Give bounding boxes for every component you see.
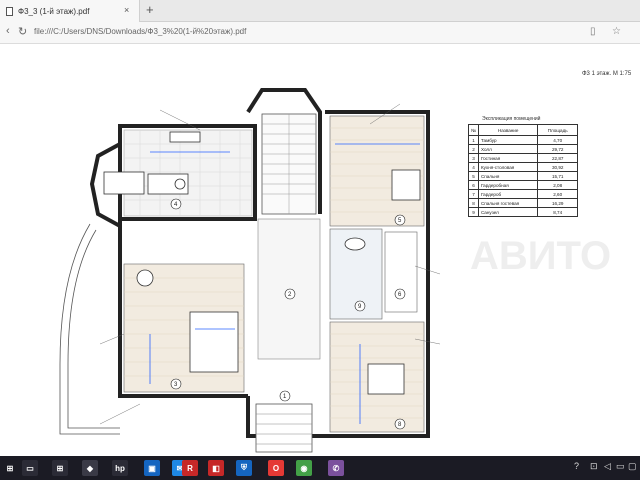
- refresh-icon[interactable]: ↻: [18, 25, 27, 38]
- screen-icon[interactable]: ◧: [208, 460, 224, 476]
- room-area-cell: 8,74: [537, 207, 578, 217]
- bed-upper: [391, 169, 421, 201]
- tab-bar: Ф3_3 (1-й этаж).pdf × +: [0, 0, 640, 22]
- new-tab-button[interactable]: +: [146, 2, 154, 17]
- explication-table: Экспликация помещений № Название Площадь…: [468, 116, 578, 217]
- room-name-cell: Спальня гостевая: [477, 198, 539, 208]
- room-name-cell: Гардеробная: [477, 180, 539, 190]
- floor-plan-drawing: АВИТО 4 2 3 5 9 6 8 1: [59, 88, 611, 453]
- input-icon[interactable]: ▭: [616, 461, 625, 472]
- room-name-cell: Спальня: [477, 171, 539, 181]
- hp-icon[interactable]: hp: [112, 460, 128, 476]
- room-number-cell: 9: [468, 207, 479, 217]
- room-area-cell: 16,29: [537, 198, 578, 208]
- room-area-cell: 4,70: [537, 135, 578, 145]
- room-name-cell: Гардероб: [477, 189, 539, 199]
- favorite-icon[interactable]: ☆: [612, 26, 621, 37]
- photos-icon[interactable]: ◆: [82, 460, 98, 476]
- tab-pdf[interactable]: Ф3_3 (1-й этаж).pdf ×: [0, 0, 140, 22]
- room-number-cell: 3: [468, 153, 479, 163]
- table-row: 3 Гостиная 22,87: [468, 153, 578, 163]
- room-area-cell: 2,60: [537, 189, 578, 199]
- room-name-cell: Холл: [477, 144, 539, 154]
- terrace-outline-inner: [67, 229, 120, 429]
- room-number-cell: 7: [468, 189, 479, 199]
- back-icon[interactable]: ‹: [6, 25, 10, 37]
- room-number-cell: 8: [468, 198, 479, 208]
- bed-lower: [367, 363, 405, 395]
- chrome-icon[interactable]: ◉: [296, 460, 312, 476]
- table-row: 4 Кухня-столовая 30,92: [468, 162, 578, 172]
- table-row: 1 Тамбур 4,70: [468, 135, 578, 145]
- column-header: Название: [477, 124, 539, 136]
- reader-icon[interactable]: R: [182, 460, 198, 476]
- column-header: Площадь: [537, 124, 578, 136]
- url-field[interactable]: file:///C:/Users/DNS/Downloads/Ф3_3%20(1…: [34, 27, 246, 36]
- dining-table: [103, 171, 145, 195]
- windows-icon[interactable]: ⊞: [2, 460, 18, 476]
- room-area-cell: 15,71: [537, 171, 578, 181]
- bathtub-icon: [344, 237, 366, 251]
- room-name-cell: Гостиная: [477, 153, 539, 163]
- room-area-cell: 22,87: [537, 153, 578, 163]
- room-area-cell: 29,72: [537, 144, 578, 154]
- table-row: 5 Спальня 15,71: [468, 171, 578, 181]
- opera-icon[interactable]: O: [268, 460, 284, 476]
- table-row: 7 Гардероб 2,60: [468, 189, 578, 199]
- explication-title: Экспликация помещений: [482, 116, 541, 122]
- table-row: 6 Гардеробная 2,08: [468, 180, 578, 190]
- room-name-cell: Санузел: [477, 207, 539, 217]
- room-number-cell: 4: [468, 162, 479, 172]
- room-number-cell: 1: [468, 135, 479, 145]
- viber-icon[interactable]: ✆: [328, 460, 344, 476]
- sofa: [189, 311, 239, 373]
- close-icon[interactable]: ×: [124, 5, 129, 15]
- wardrobe: [384, 231, 418, 313]
- room-area-cell: 30,92: [537, 162, 578, 172]
- pdf-file-icon: [6, 6, 13, 16]
- room-number-cell: 2: [468, 144, 479, 154]
- reading-view-icon[interactable]: ▯: [590, 26, 596, 37]
- network-icon[interactable]: ⊡: [590, 461, 598, 472]
- chat-icon[interactable]: ▢: [628, 461, 637, 472]
- start-menu-icon[interactable]: ⊞: [52, 460, 68, 476]
- room-number-cell: 6: [468, 180, 479, 190]
- kitchen-island: [147, 173, 189, 195]
- table-row: 2 Холл 29,72: [468, 144, 578, 154]
- table-row: 9 Санузел 8,74: [468, 207, 578, 217]
- table-header-row: № Название Площадь: [468, 124, 578, 136]
- taskbar: ? ⊡ ◁ ▭ ▢ ⊞ ▭ ⊞ ◆ hp ▣ ✉ R ◧ ⛨ O ◉ ✆: [0, 456, 640, 480]
- explorer-icon[interactable]: ▭: [22, 460, 38, 476]
- store-icon[interactable]: ▣: [144, 460, 160, 476]
- security-icon[interactable]: ⛨: [236, 460, 252, 476]
- entrance-steps: [255, 403, 313, 453]
- table-row: 8 Спальня гостевая 16,29: [468, 198, 578, 208]
- room-area-cell: 2,08: [537, 180, 578, 190]
- watermark: АВИТО: [470, 234, 611, 278]
- room-name-cell: Тамбур: [477, 135, 539, 145]
- help-icon[interactable]: ?: [574, 461, 579, 471]
- tab-title: Ф3_3 (1-й этаж).pdf: [18, 6, 90, 16]
- room-number-cell: 5: [468, 171, 479, 181]
- pdf-viewer[interactable]: Ф3 1 этаж. М 1:75 АВИТО 4 2 3 5 9 6 8 1 …: [0, 44, 640, 456]
- kitchen-counter: [169, 131, 201, 143]
- volume-icon[interactable]: ◁: [604, 461, 611, 472]
- armchair: [136, 269, 154, 287]
- column-header: №: [468, 124, 479, 136]
- room-name-cell: Кухня-столовая: [477, 162, 539, 172]
- address-bar: ‹ ↻ file:///C:/Users/DNS/Downloads/Ф3_3%…: [0, 22, 640, 44]
